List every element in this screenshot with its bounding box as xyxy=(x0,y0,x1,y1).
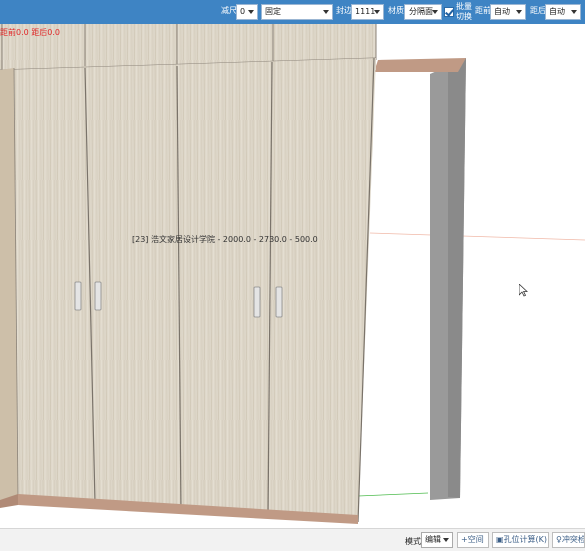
3d-viewport[interactable]: 距前0.0 距后0.0 [23] 浩文家居设计学院 - 2000.0 - 273… xyxy=(0,24,585,528)
chevron-down-icon xyxy=(516,10,522,14)
material-button[interactable]: 分隔面 xyxy=(404,4,442,20)
edge-label: 封边 xyxy=(336,6,352,15)
bottom-toolbar: 模式 编辑 +空间 ▣孔位计算(K) ♀冲突检 xyxy=(0,528,585,551)
top-edge xyxy=(374,58,466,72)
conflict-check-button[interactable]: ♀冲突检 xyxy=(552,532,585,548)
scale-label: 减尺 xyxy=(221,6,237,15)
wardrobe-doors xyxy=(0,58,376,522)
plus-icon: + xyxy=(461,535,468,544)
mode-select[interactable]: 固定 xyxy=(261,4,333,20)
wardrobe-model[interactable] xyxy=(0,24,585,528)
spacing-label-2: 距后 xyxy=(530,6,546,15)
chevron-down-icon xyxy=(248,10,254,14)
space-button[interactable]: +空间 xyxy=(457,532,489,548)
spacing-label-1: 距前 xyxy=(475,6,491,15)
chevron-down-icon xyxy=(432,10,438,14)
chevron-down-icon xyxy=(374,10,380,14)
door-handle xyxy=(253,286,261,318)
door-handle xyxy=(74,281,82,311)
mode-dropdown[interactable]: 编辑 xyxy=(421,532,453,548)
status-distance-text: 距前0.0 距后0.0 xyxy=(0,28,60,37)
scale-select[interactable]: 0 xyxy=(236,4,258,20)
batch-switch-label: 批量 切换 xyxy=(456,2,472,21)
material-label: 材质 xyxy=(388,6,404,15)
chevron-down-icon xyxy=(443,538,449,542)
hole-icon: ▣ xyxy=(496,535,504,544)
mouse-cursor-icon xyxy=(519,284,528,297)
hole-calc-button[interactable]: ▣孔位计算(K) xyxy=(492,532,549,548)
spacing-select-1[interactable]: 自动 xyxy=(490,4,526,20)
door-handle xyxy=(275,286,283,318)
side-panel-shadow xyxy=(448,58,466,498)
batch-switch-checkbox[interactable] xyxy=(444,7,454,17)
door-handle xyxy=(94,281,102,311)
edge-select[interactable]: 1111 xyxy=(351,4,384,20)
chevron-down-icon xyxy=(571,10,577,14)
axis-line xyxy=(357,492,429,497)
chevron-down-icon xyxy=(323,10,329,14)
spacing-select-2[interactable]: 自动 xyxy=(545,4,581,20)
dimension-label: [23] 浩文家居设计学院 - 2000.0 - 2730.0 - 500.0 xyxy=(132,235,318,244)
mode-label: 模式 xyxy=(405,537,421,546)
guide-line xyxy=(369,232,585,241)
property-toolbar: 减尺 0 固定 封边 1111 材质 分隔面 批量 切换 距前 自动 距后 自动 xyxy=(0,0,585,24)
